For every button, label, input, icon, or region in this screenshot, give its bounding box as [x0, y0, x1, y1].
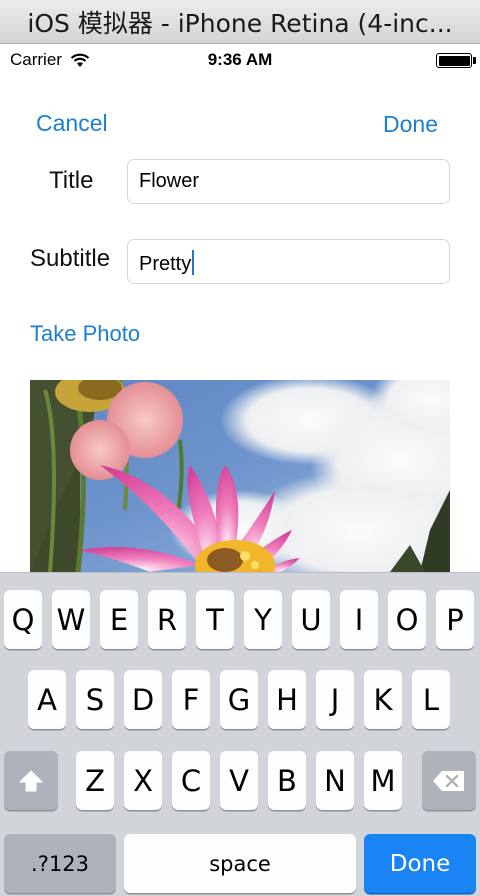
delete-key[interactable]	[422, 751, 476, 810]
keyboard-done-key[interactable]: Done	[364, 834, 476, 893]
subtitle-field[interactable]: Pretty	[127, 239, 450, 284]
key-m[interactable]: M	[364, 751, 402, 810]
key-y[interactable]: Y	[244, 590, 282, 649]
key-b[interactable]: B	[268, 751, 306, 810]
key-d[interactable]: D	[124, 670, 162, 729]
key-q[interactable]: Q	[4, 590, 42, 649]
shift-key[interactable]	[4, 751, 58, 810]
key-o[interactable]: O	[388, 590, 426, 649]
key-s[interactable]: S	[76, 670, 114, 729]
subtitle-field-value: Pretty	[139, 253, 192, 275]
delete-icon	[433, 770, 464, 791]
key-c[interactable]: C	[172, 751, 210, 810]
key-w[interactable]: W	[52, 590, 90, 649]
status-time: 9:36 AM	[207, 50, 273, 69]
shift-icon	[19, 770, 43, 791]
battery-tip	[473, 57, 476, 64]
cancel-button[interactable]: Cancel	[36, 110, 108, 137]
text-caret	[192, 250, 195, 275]
flower-photo	[30, 380, 450, 572]
numbers-key[interactable]: .?123	[4, 834, 116, 893]
subtitle-label: Subtitle	[30, 245, 111, 272]
key-l[interactable]: L	[412, 670, 450, 729]
space-key[interactable]: space	[124, 834, 356, 893]
key-z[interactable]: Z	[76, 751, 114, 810]
window-titlebar: iOS 模拟器 - iPhone Retina (4-inc...	[0, 0, 480, 44]
key-h[interactable]: H	[268, 670, 306, 729]
key-i[interactable]: I	[340, 590, 378, 649]
key-x[interactable]: X	[124, 751, 162, 810]
key-f[interactable]: F	[172, 670, 210, 729]
window-title: iOS 模拟器 - iPhone Retina (4-inc...	[27, 8, 453, 38]
key-j[interactable]: J	[316, 670, 354, 729]
take-photo-button[interactable]: Take Photo	[30, 321, 140, 347]
key-n[interactable]: N	[316, 751, 354, 810]
title-label: Title	[49, 167, 94, 194]
key-k[interactable]: K	[364, 670, 402, 729]
photo-image	[30, 380, 450, 572]
keyboard: Q W E R T Y U I O P A S D F G H J K L Z …	[0, 572, 480, 896]
key-e[interactable]: E	[100, 590, 138, 649]
battery-fill	[438, 55, 470, 66]
key-t[interactable]: T	[196, 590, 234, 649]
status-bar: Carrier 9:36 AM	[0, 44, 480, 76]
key-u[interactable]: U	[292, 590, 330, 649]
battery-icon	[436, 53, 472, 68]
title-field-value: Flower	[139, 170, 200, 192]
key-p[interactable]: P	[436, 590, 474, 649]
key-v[interactable]: V	[220, 751, 258, 810]
key-g[interactable]: G	[220, 670, 258, 729]
key-r[interactable]: R	[148, 590, 186, 649]
key-a[interactable]: A	[28, 670, 66, 729]
done-button[interactable]: Done	[383, 111, 438, 138]
title-field[interactable]: Flower	[127, 159, 450, 204]
